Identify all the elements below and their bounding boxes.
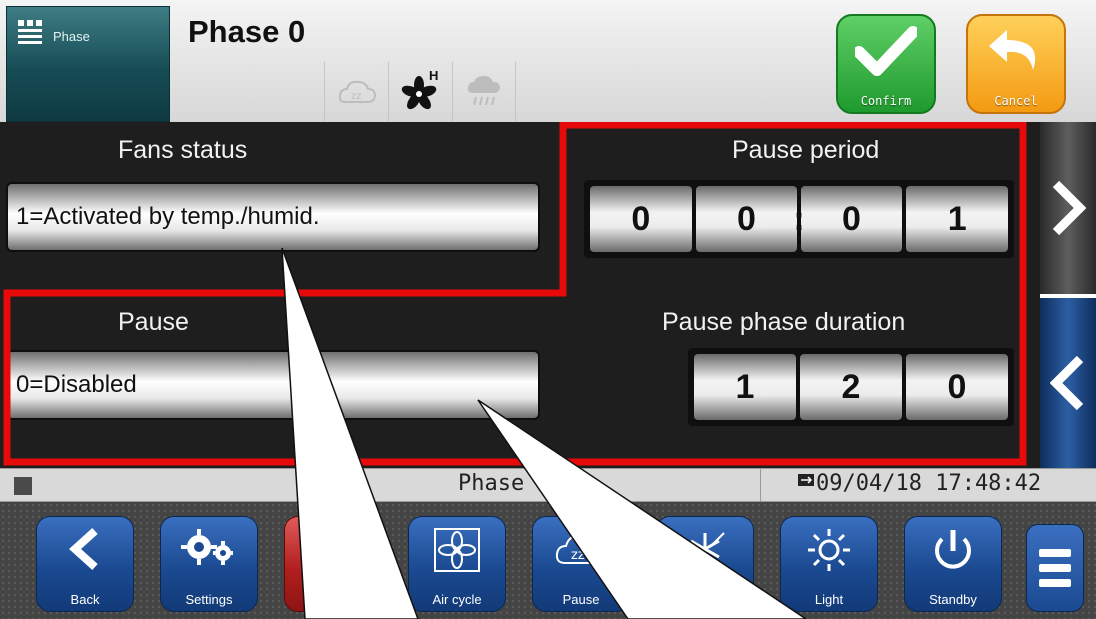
chevron-left-icon	[1050, 355, 1084, 411]
svg-text:zz: zz	[351, 91, 362, 102]
pause-period-separator: :	[793, 199, 805, 238]
previous-page-button[interactable]	[1040, 298, 1096, 468]
defrost-button[interactable]	[656, 516, 754, 612]
grid-menu-icon	[18, 20, 42, 44]
status-phase: Phase 4/4	[458, 471, 578, 496]
highlight-frame-right	[3, 122, 1027, 466]
page-title: Phase 0	[188, 14, 306, 49]
air-cycle-label: Air cycle	[432, 592, 482, 607]
status-bar: Phase 4/4 09/04/18 17:48:42	[0, 468, 1096, 503]
phase-tile[interactable]: Phase	[6, 6, 170, 122]
cancel-label: Cancel	[994, 94, 1038, 108]
status-icons: zz H	[324, 62, 580, 122]
alarm-label: A	[328, 592, 338, 607]
rain-cloud-icon	[452, 62, 516, 122]
fan-humidity-badge: H	[429, 68, 439, 83]
light-label: Light	[814, 592, 844, 607]
light-button[interactable]: Light	[780, 516, 878, 612]
bottom-toolbar: Back Settings A Air cycle zz Pause Light…	[0, 502, 1096, 619]
alarm-icon	[314, 527, 352, 567]
menu-button[interactable]	[1026, 524, 1084, 612]
undo-arrow-icon	[989, 30, 1036, 70]
back-label: Back	[70, 592, 100, 607]
air-cycle-button[interactable]: Air cycle	[408, 516, 506, 612]
confirm-button[interactable]: Confirm	[836, 14, 936, 114]
status-datetime: 09/04/18 17:48:42	[816, 471, 1042, 496]
alarm-button[interactable]: A	[284, 516, 382, 612]
pause-label: Pause	[562, 592, 600, 607]
phase-tile-label: Phase	[53, 29, 90, 44]
parameter-panel: Fans status 1=Activated by temp./humid. …	[0, 122, 1040, 468]
sleep-cloud-icon: zz	[324, 62, 388, 122]
settings-icon	[181, 529, 233, 565]
confirm-label: Confirm	[860, 94, 912, 108]
highlight-frames	[3, 122, 1027, 466]
menu-icon	[1039, 549, 1071, 587]
svg-text:zz: zz	[571, 548, 585, 563]
status-divider	[760, 469, 761, 503]
status-indicator	[14, 477, 32, 495]
pause-button[interactable]: zz Pause	[532, 516, 630, 612]
back-icon	[69, 528, 98, 570]
settings-button[interactable]: Settings	[160, 516, 258, 612]
light-icon	[808, 529, 850, 571]
checkmark-icon	[855, 26, 917, 76]
usb-icon	[798, 474, 814, 486]
header-bar: Phase Phase 0 zz H Confirm Cancel	[0, 0, 1096, 122]
fan-humidity-icon: H	[388, 62, 452, 122]
defrost-icon	[690, 532, 725, 565]
back-button[interactable]: Back	[36, 516, 134, 612]
settings-label: Settings	[185, 592, 233, 607]
standby-button[interactable]: Standby	[904, 516, 1002, 612]
next-page-button[interactable]	[1040, 122, 1096, 294]
fan-icon	[434, 528, 480, 572]
power-icon	[935, 530, 971, 569]
cancel-button[interactable]: Cancel	[966, 14, 1066, 114]
sleep-cloud-icon: zz	[555, 533, 607, 564]
standby-label: Standby	[929, 592, 977, 607]
chevron-right-icon	[1052, 180, 1086, 236]
